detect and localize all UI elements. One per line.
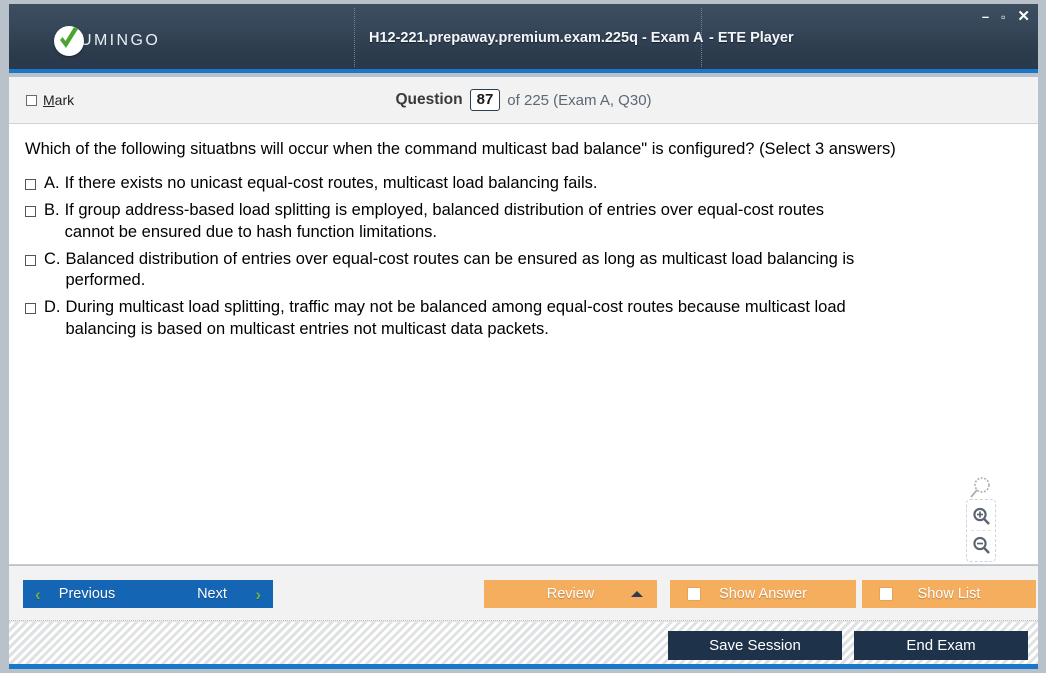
window-frame-right	[1037, 0, 1046, 673]
caret-up-icon	[631, 591, 643, 597]
mark-question-control[interactable]: Mark	[26, 92, 74, 108]
window-controls: – ▫ ✕	[982, 9, 1030, 24]
title-bar: UMINGO H12-221.prepaway.premium.exam.225…	[9, 4, 1038, 73]
zoom-controls-panel	[966, 499, 996, 562]
app-logo-text: UMINGO	[80, 32, 161, 49]
end-exam-label: End Exam	[906, 637, 976, 654]
answer-line-2: balancing is based on multicast entries …	[65, 319, 549, 338]
zoom-panel-divider	[971, 530, 991, 531]
mark-label-rest: ark	[54, 92, 75, 108]
answer-line-1: If group address-based load splitting is…	[64, 201, 825, 220]
ete-player-window: UMINGO H12-221.prepaway.premium.exam.225…	[0, 0, 1046, 673]
status-bar: Save Session End Exam	[9, 621, 1038, 669]
navigation-toolbar: ‹ Previous Next › Review Show Answer Sho…	[9, 566, 1038, 621]
answer-letter: B.	[44, 201, 60, 220]
answer-checkbox[interactable]	[25, 254, 36, 266]
show-answer-checkbox[interactable]	[687, 587, 701, 601]
close-icon[interactable]: ✕	[1017, 9, 1030, 24]
answer-text: If there exists no unicast equal-cost ro…	[65, 173, 598, 195]
save-session-button[interactable]: Save Session	[668, 631, 842, 660]
answer-option-b[interactable]: B. If group address-based load splitting…	[25, 200, 1022, 244]
chevron-right-icon: ›	[255, 584, 261, 604]
answer-text: During multicast load splitting, traffic…	[66, 297, 846, 341]
zoom-out-icon	[972, 536, 990, 554]
question-word-label: Question	[395, 91, 463, 108]
review-button-label: Review	[546, 586, 595, 602]
answer-line-2: performed.	[65, 271, 146, 290]
question-stem: Which of the following situatbns will oc…	[25, 140, 896, 158]
zoom-out-button[interactable]	[967, 532, 995, 558]
window-title-primary: H12-221.prepaway.premium.exam.225q - Exa…	[369, 30, 704, 46]
show-answer-button[interactable]: Show Answer	[670, 580, 856, 608]
answer-line-1: During multicast load splitting, traffic…	[65, 298, 846, 317]
next-button[interactable]: Next ›	[151, 580, 273, 608]
zoom-in-icon	[972, 507, 990, 525]
question-counter: Question 87 of 225 (Exam A, Q30)	[9, 89, 1038, 111]
previous-button[interactable]: ‹ Previous	[23, 580, 151, 608]
answer-text: If group address-based load splitting is…	[65, 200, 824, 244]
question-total-label: of 225 (Exam A, Q30)	[507, 91, 652, 109]
maximize-icon[interactable]: ▫	[1001, 10, 1005, 24]
titlebar-divider-left	[354, 8, 355, 67]
answer-checkbox[interactable]	[25, 179, 36, 191]
minimize-icon[interactable]: –	[982, 10, 989, 24]
mark-checkbox[interactable]	[26, 94, 37, 106]
answer-option-d[interactable]: D. During multicast load splitting, traf…	[25, 297, 1022, 341]
answer-line-2: cannot be ensured due to hash function l…	[64, 222, 438, 241]
mark-label: Mark	[43, 92, 74, 108]
answer-checkbox[interactable]	[25, 206, 36, 218]
answer-option-a[interactable]: A. If there exists no unicast equal-cost…	[25, 173, 1022, 195]
show-list-button[interactable]: Show List	[862, 580, 1036, 608]
show-list-checkbox[interactable]	[879, 587, 893, 601]
zoom-in-button[interactable]	[967, 503, 995, 529]
checkmark-icon	[54, 26, 84, 56]
answer-line-1: If there exists no unicast equal-cost ro…	[64, 174, 598, 193]
show-answer-label: Show Answer	[719, 586, 807, 602]
answer-option-c[interactable]: C. Balanced distribution of entries over…	[25, 249, 1022, 293]
save-session-label: Save Session	[709, 637, 801, 654]
answer-letter: C.	[44, 249, 61, 268]
question-content-pane: Which of the following situatbns will oc…	[9, 124, 1038, 565]
answer-text: Balanced distribution of entries over eq…	[66, 249, 855, 293]
question-number-input[interactable]: 87	[469, 89, 501, 111]
review-button[interactable]: Review	[484, 580, 657, 608]
end-exam-button[interactable]: End Exam	[854, 631, 1028, 660]
previous-button-label: Previous	[58, 586, 116, 602]
answer-options-list: A. If there exists no unicast equal-cost…	[9, 173, 1038, 340]
answer-letter: A.	[44, 174, 60, 193]
chevron-left-icon: ‹	[35, 584, 41, 604]
app-logo: UMINGO	[54, 26, 160, 56]
window-frame-left	[0, 0, 9, 673]
mark-label-initial: M	[43, 92, 55, 108]
answer-line-1: Balanced distribution of entries over eq…	[65, 249, 855, 268]
answer-letter: D.	[44, 298, 61, 317]
window-title-secondary: - ETE Player	[709, 30, 794, 46]
show-list-label: Show List	[917, 586, 981, 602]
question-header-bar: Mark Question 87 of 225 (Exam A, Q30)	[9, 77, 1038, 124]
next-button-label: Next	[197, 586, 227, 602]
answer-checkbox[interactable]	[25, 303, 36, 315]
